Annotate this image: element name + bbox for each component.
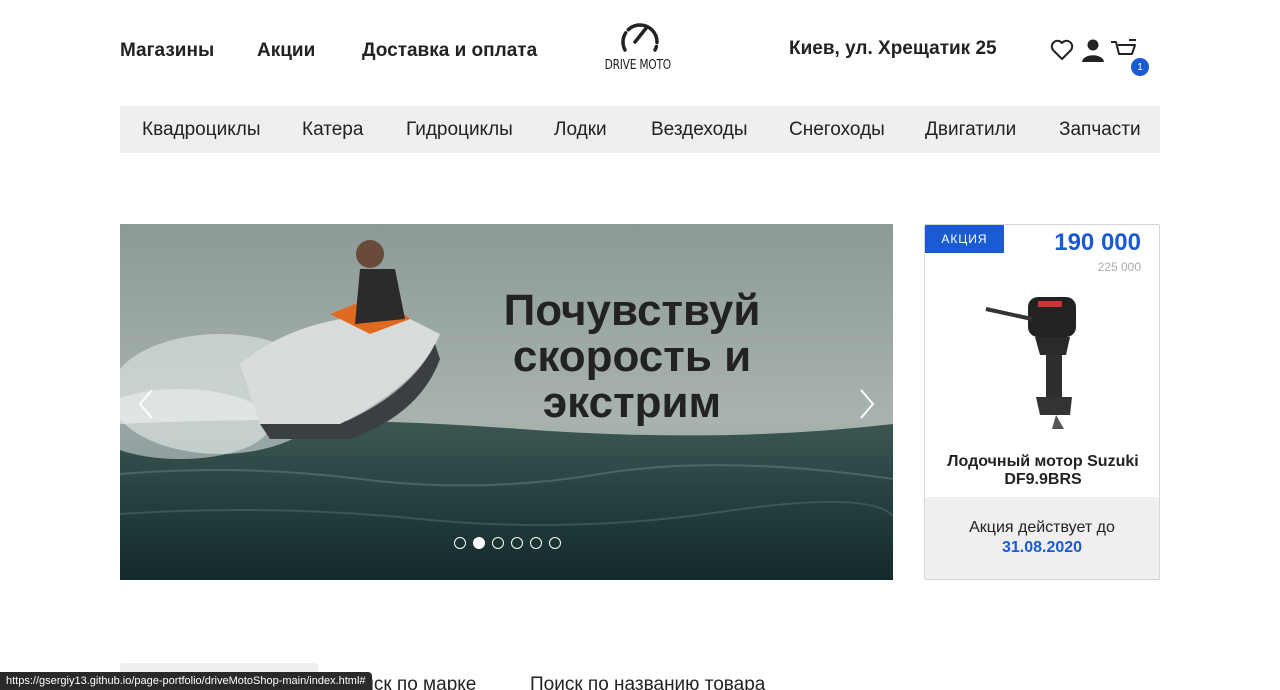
- slider-dot[interactable]: [549, 537, 561, 549]
- user-icon: [1082, 39, 1104, 62]
- slide-headline-line: Почувствуй: [503, 286, 761, 335]
- product-image: [985, 297, 1076, 429]
- slide-headline: Почувствуй скорость и экстрим: [492, 288, 772, 426]
- site-logo[interactable]: DRIVE MOTO: [604, 14, 672, 73]
- heart-icon: [1050, 39, 1074, 60]
- header-icons: [1048, 36, 1141, 64]
- category-parts[interactable]: Запчасти: [1059, 119, 1141, 141]
- promo-footer: Акция действует до 31.08.2020: [925, 497, 1159, 579]
- slide-headline-line: скорость и: [512, 332, 752, 381]
- slider-prev-button[interactable]: [132, 384, 162, 424]
- account-button[interactable]: [1079, 36, 1107, 64]
- category-nav: Квадроциклы Катера Гидроциклы Лодки Везд…: [120, 106, 1160, 153]
- slider-pagination: [454, 537, 561, 549]
- category-atv[interactable]: Квадроциклы: [142, 119, 261, 141]
- nav-link-promotions[interactable]: Акции: [257, 40, 315, 62]
- site-header: Магазины Акции Доставка и оплата DRIVE M…: [120, 0, 1160, 100]
- nav-link-delivery[interactable]: Доставка и оплата: [362, 40, 537, 62]
- hero-slider: Почувствуй скорость и экстрим: [120, 224, 893, 580]
- promo-until-label: Акция действует до: [969, 519, 1115, 536]
- category-engines[interactable]: Двигатили: [925, 119, 1016, 141]
- category-snowmobiles[interactable]: Снегоходы: [789, 119, 885, 141]
- browser-status-url: https://gsergiy13.github.io/page-portfol…: [0, 672, 372, 690]
- speedometer-logo-icon: [621, 23, 659, 52]
- promo-old-price: 225 000: [1097, 260, 1141, 274]
- promo-card[interactable]: АКЦИЯ 190 000 225 000 Лодочный мотор Suz…: [924, 224, 1160, 580]
- category-all-terrain[interactable]: Вездеходы: [651, 119, 748, 141]
- slider-dot[interactable]: [473, 537, 485, 549]
- chevron-left-icon: [138, 389, 153, 419]
- promo-badge: АКЦИЯ: [925, 225, 1004, 253]
- promo-product-name[interactable]: Лодочный мотор Suzuki DF9.9BRS: [935, 453, 1151, 489]
- nav-link-stores[interactable]: Магазины: [120, 40, 214, 62]
- category-boats[interactable]: Лодки: [554, 119, 607, 141]
- category-boats-motor[interactable]: Катера: [302, 119, 363, 141]
- cart-count-badge: 1: [1131, 58, 1149, 76]
- category-jetskis[interactable]: Гидроциклы: [406, 119, 513, 141]
- search-tab-name[interactable]: Поиск по названию товара: [530, 674, 765, 690]
- slider-dot[interactable]: [492, 537, 504, 549]
- cart-icon: [1111, 39, 1136, 55]
- store-address: Киев, ул. Хрещатик 25: [789, 38, 997, 59]
- slider-dot[interactable]: [511, 537, 523, 549]
- slider-next-button[interactable]: [851, 384, 881, 424]
- favorites-button[interactable]: [1048, 36, 1076, 64]
- chevron-right-icon: [860, 389, 875, 419]
- slide-headline-line: экстрим: [542, 378, 722, 427]
- slider-dot[interactable]: [454, 537, 466, 549]
- promo-until-date: 31.08.2020: [1001, 539, 1083, 556]
- slider-dot[interactable]: [530, 537, 542, 549]
- promo-price: 190 000: [1054, 229, 1141, 256]
- logo-text: DRIVE MOTO: [604, 58, 671, 73]
